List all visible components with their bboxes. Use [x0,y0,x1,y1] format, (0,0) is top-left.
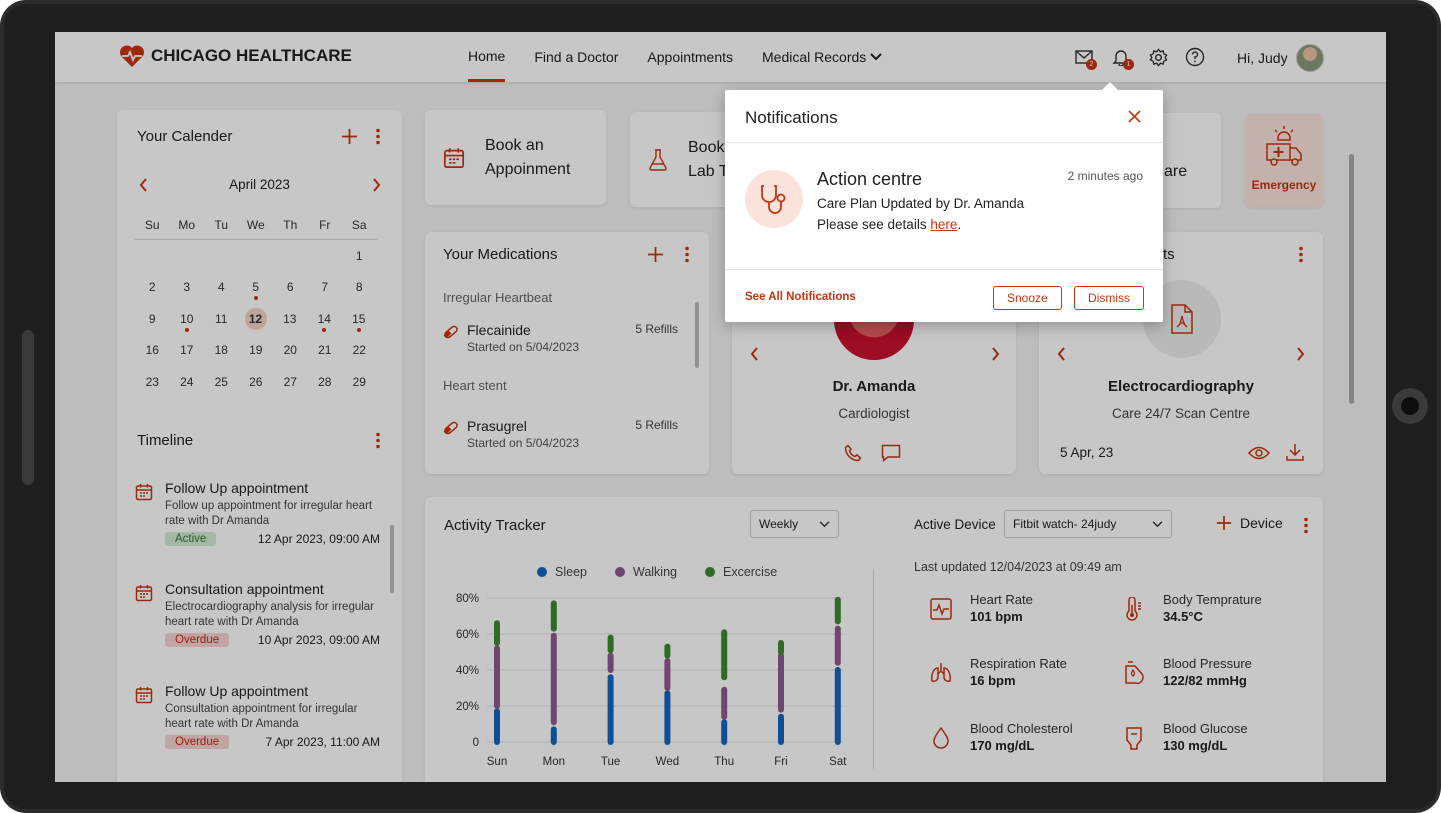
notification-time: 2 minutes ago [1067,169,1143,183]
notification-line2: Please see details here. [817,217,961,232]
close-icon[interactable] [1128,110,1141,123]
notifications-popup: Notifications Action centre 2 minutes ag… [725,82,1163,322]
period: . [957,217,962,232]
notification-line2-text: Please see details [817,217,931,232]
dismiss-button[interactable]: Dismiss [1074,286,1144,310]
notification-line1: Care Plan Updated by Dr. Amanda [817,196,1025,211]
notification-item[interactable]: Action centre 2 minutes ago Care Plan Up… [725,143,1163,269]
camera [1392,388,1428,424]
see-all-notifications-link[interactable]: See All Notifications [745,291,856,303]
snooze-button[interactable]: Snooze [993,286,1062,310]
stethoscope-icon [761,185,786,214]
screen: CHICAGO HEALTHCARE Home Find a Doctor Ap… [55,32,1386,782]
divider [725,269,1163,270]
modal-backdrop[interactable] [55,32,1386,782]
side-button [22,330,34,485]
details-link[interactable]: here [930,217,957,232]
notification-heading: Action centre [817,169,923,189]
notifications-title: Notifications [745,108,838,127]
